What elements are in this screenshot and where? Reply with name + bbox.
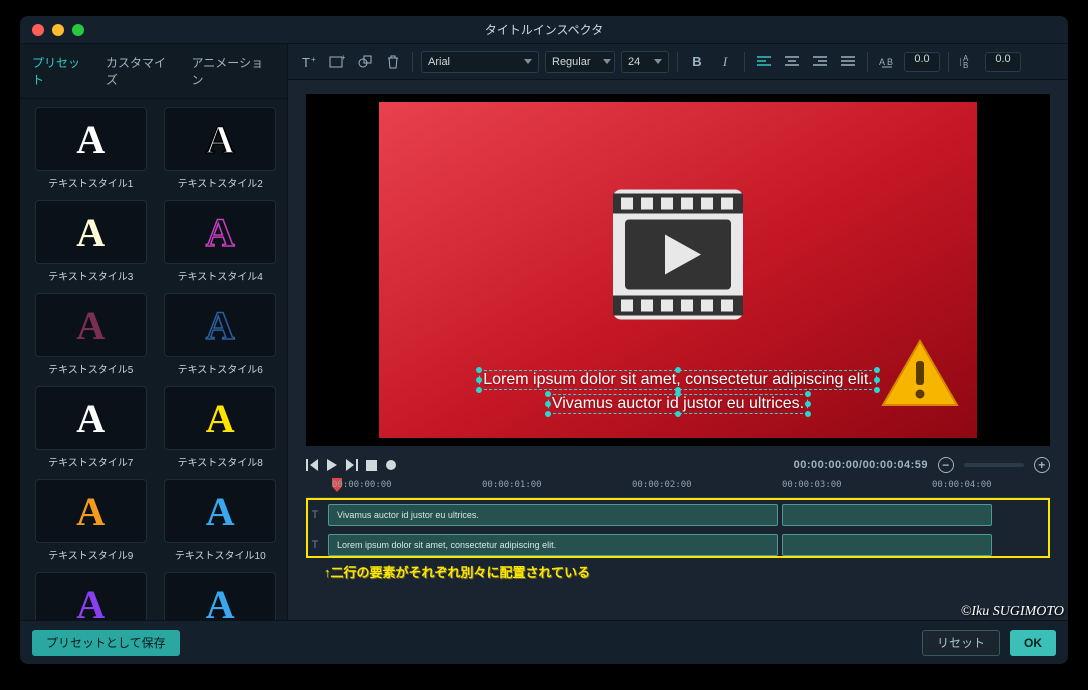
zoom-out-icon[interactable]: − (938, 457, 954, 473)
annotation-text: ↑二行の要素がそれぞれ別々に配置されている (306, 558, 1050, 581)
char-spacing-input[interactable]: 0.0 (904, 52, 940, 72)
timeline-clip[interactable] (782, 534, 992, 556)
ruler-tick: 00:00:03:00 (782, 480, 842, 490)
add-shape-icon[interactable] (354, 51, 376, 73)
svg-text:T: T (302, 55, 310, 70)
time-ruler[interactable]: 00:00:00:00 00:00:01:00 00:00:02:00 00:00:0… (306, 478, 1050, 498)
save-preset-button[interactable]: プリセットとして保存 (32, 630, 180, 656)
step-back-icon[interactable] (306, 459, 318, 471)
record-icon[interactable] (385, 459, 397, 471)
content-area: プリセット カスタマイズ アニメーション Aテキストスタイル1Aテキストスタイル… (20, 44, 1068, 620)
ok-button[interactable]: OK (1010, 630, 1056, 656)
zoom-in-icon[interactable]: + (1034, 457, 1050, 473)
font-select[interactable]: Arial (421, 51, 539, 73)
sidebar: プリセット カスタマイズ アニメーション Aテキストスタイル1Aテキストスタイル… (20, 44, 288, 620)
bold-icon[interactable]: B (686, 51, 708, 73)
tab-animation[interactable]: アニメーション (192, 54, 275, 88)
timeline-track: T Lorem ipsum dolor sit amet, consectetu… (306, 532, 1050, 558)
window-controls (20, 24, 84, 36)
ruler-tick: 00:00:00:00 (332, 480, 392, 490)
preset-label: テキストスタイル1 (30, 175, 152, 190)
line-spacing-icon: AB (957, 51, 979, 73)
tab-preset[interactable]: プリセット (32, 54, 92, 88)
sidebar-tabs: プリセット カスタマイズ アニメーション (20, 44, 287, 99)
timeline-track: T Vivamus auctor id justor eu ultrices. (306, 502, 1050, 528)
delete-icon[interactable] (382, 51, 404, 73)
titlebar: タイトルインスペクタ (20, 16, 1068, 44)
preset-item[interactable]: Aテキストスタイル9 (30, 479, 152, 562)
italic-icon[interactable]: I (714, 51, 736, 73)
preset-item[interactable]: Aテキストスタイル2 (160, 107, 282, 190)
tab-customize[interactable]: カスタマイズ (106, 54, 178, 88)
align-justify-icon[interactable] (837, 51, 859, 73)
step-fwd-icon[interactable] (346, 459, 358, 471)
play-icon[interactable] (326, 459, 338, 471)
preset-item[interactable]: Aテキストスタイル6 (160, 293, 282, 376)
preset-label: テキストスタイル2 (160, 175, 282, 190)
zoom-slider[interactable] (964, 463, 1024, 467)
timeline-clip[interactable]: Lorem ipsum dolor sit amet, consectetur … (328, 534, 778, 556)
tracks-container: T Vivamus auctor id justor eu ultrices. … (306, 498, 1050, 558)
app-window: タイトルインスペクタ プリセット カスタマイズ アニメーション Aテキストスタイ… (20, 16, 1068, 664)
align-center-icon[interactable] (781, 51, 803, 73)
timeline-clip[interactable]: Vivamus auctor id justor eu ultrices. (328, 504, 778, 526)
timecode-display: 00:00:00:00/00:00:04:59 (794, 459, 928, 471)
preview-area: Lorem ipsum dolor sit amet, consectetur … (288, 80, 1068, 452)
align-right-icon[interactable] (809, 51, 831, 73)
text-toolbar: T+ + Arial Regular 24 B I AB 0.0 (288, 44, 1068, 80)
transport-bar: 00:00:00:00/00:00:04:59 − + (288, 452, 1068, 478)
preset-label: テキストスタイル6 (160, 361, 282, 376)
maximize-icon[interactable] (72, 24, 84, 36)
preset-item[interactable]: Aテキストスタイル5 (30, 293, 152, 376)
preset-label: テキストスタイル8 (160, 454, 282, 469)
svg-text:B: B (887, 57, 893, 67)
track-type-icon: T (306, 539, 324, 551)
preset-label: テキストスタイル9 (30, 547, 152, 562)
align-left-icon[interactable] (753, 51, 775, 73)
preset-list[interactable]: Aテキストスタイル1Aテキストスタイル2Aテキストスタイル3Aテキストスタイル4… (20, 99, 287, 620)
preset-item[interactable]: Aテキストスタイル4 (160, 200, 282, 283)
ruler-tick: 00:00:02:00 (632, 480, 692, 490)
ruler-tick: 00:00:01:00 (482, 480, 542, 490)
caption-line-2[interactable]: Vivamus auctor id justor eu ultrices. (379, 394, 977, 414)
preset-label: テキストスタイル10 (160, 547, 282, 562)
preset-item[interactable]: Aテキストスタイル3 (30, 200, 152, 283)
svg-text:A: A (879, 57, 885, 67)
video-placeholder-icon (593, 169, 763, 344)
timeline-clip[interactable] (782, 504, 992, 526)
preset-item[interactable]: Aテキストスタイル7 (30, 386, 152, 469)
add-textbox-icon[interactable]: + (326, 51, 348, 73)
preset-item[interactable]: Aテキストスタイル1 (30, 107, 152, 190)
minimize-icon[interactable] (52, 24, 64, 36)
canvas[interactable]: Lorem ipsum dolor sit amet, consectetur … (379, 102, 977, 438)
size-select[interactable]: 24 (621, 51, 669, 73)
svg-text:+: + (341, 54, 345, 62)
ruler-tick: 00:00:04:00 (932, 480, 992, 490)
preset-label: テキストスタイル5 (30, 361, 152, 376)
main-panel: T+ + Arial Regular 24 B I AB 0.0 (288, 44, 1068, 620)
preset-item[interactable]: Aテキストスタイル10 (160, 479, 282, 562)
weight-select[interactable]: Regular (545, 51, 615, 73)
close-icon[interactable] (32, 24, 44, 36)
track-type-icon: T (306, 509, 324, 521)
line-spacing-input[interactable]: 0.0 (985, 52, 1021, 72)
window-title: タイトルインスペクタ (20, 21, 1068, 38)
stop-icon[interactable] (366, 460, 377, 471)
svg-text:B: B (963, 61, 968, 69)
footer: プリセットとして保存 リセット OK (20, 620, 1068, 664)
preset-item[interactable]: Aテキストスタイル11 (30, 572, 152, 620)
reset-button[interactable]: リセット (922, 630, 1000, 656)
caption-line-1[interactable]: Lorem ipsum dolor sit amet, consectetur … (379, 370, 977, 390)
preset-label: テキストスタイル7 (30, 454, 152, 469)
preview-viewport[interactable]: Lorem ipsum dolor sit amet, consectetur … (306, 94, 1050, 446)
timeline: 00:00:00:00 00:00:01:00 00:00:02:00 00:00:0… (288, 478, 1068, 620)
preset-label: テキストスタイル3 (30, 268, 152, 283)
char-spacing-icon: AB (876, 51, 898, 73)
add-text-icon[interactable]: T+ (298, 51, 320, 73)
preset-item[interactable]: Aテキストスタイル12 (160, 572, 282, 620)
preset-label: テキストスタイル4 (160, 268, 282, 283)
svg-text:+: + (311, 55, 316, 64)
preset-item[interactable]: Aテキストスタイル8 (160, 386, 282, 469)
